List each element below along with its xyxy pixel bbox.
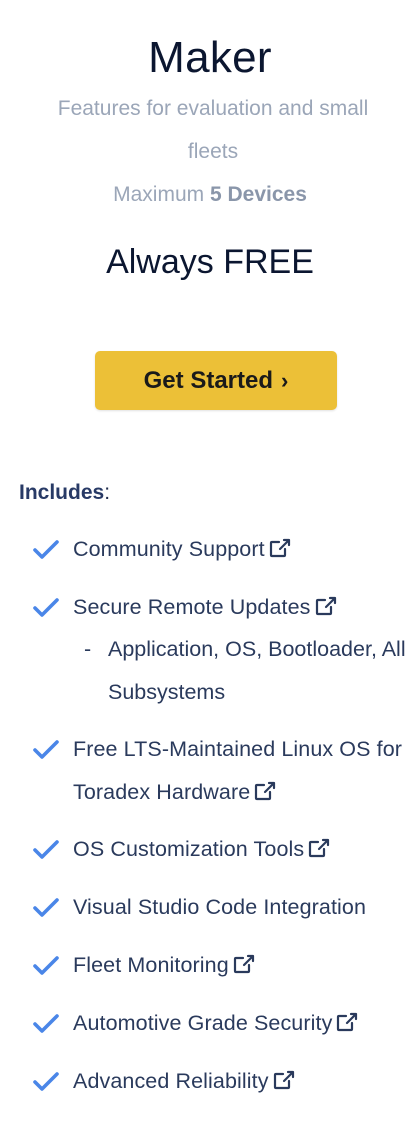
external-link-icon[interactable] bbox=[269, 538, 291, 558]
external-link-icon[interactable] bbox=[315, 596, 337, 616]
feature-text[interactable]: Free LTS-Maintained Linux OS for Toradex… bbox=[73, 728, 413, 814]
chevron-right-icon: › bbox=[281, 367, 289, 393]
feature-label[interactable]: Secure Remote Updates bbox=[73, 595, 311, 619]
check-icon bbox=[33, 540, 59, 559]
plan-price: Always FREE bbox=[106, 243, 314, 281]
check-icon bbox=[33, 1072, 59, 1091]
feature-text: Visual Studio Code Integration bbox=[73, 886, 418, 929]
external-link-icon[interactable] bbox=[308, 838, 330, 858]
check-icon bbox=[33, 740, 59, 759]
plan-subtitle: Features for evaluation and small fleets bbox=[57, 97, 369, 163]
feature-text[interactable]: Fleet Monitoring bbox=[73, 944, 418, 987]
external-link-icon[interactable] bbox=[233, 954, 255, 974]
external-link-icon[interactable] bbox=[254, 781, 276, 801]
pricing-card: Maker Features for evaluation and small … bbox=[0, 0, 420, 1125]
check-icon bbox=[33, 956, 59, 975]
external-link-icon[interactable] bbox=[273, 1070, 295, 1090]
check-icon bbox=[33, 1014, 59, 1033]
feature-label[interactable]: OS Customization Tools bbox=[73, 837, 304, 861]
check-icon bbox=[33, 840, 59, 859]
plan-title: Maker bbox=[148, 33, 272, 82]
sub-feature-label: Application, OS, Bootloader, All Subsyst… bbox=[108, 637, 406, 704]
feature-label[interactable]: Fleet Monitoring bbox=[73, 953, 229, 977]
feature-text[interactable]: Secure Remote Updates bbox=[73, 586, 418, 629]
includes-heading: Includes: bbox=[19, 478, 110, 508]
feature-label[interactable]: Automotive Grade Security bbox=[73, 1011, 332, 1035]
feature-label[interactable]: Community Support bbox=[73, 537, 265, 561]
feature-label[interactable]: Free LTS-Maintained Linux OS for Toradex… bbox=[73, 737, 402, 804]
feature-text[interactable]: Advanced Reliability bbox=[73, 1060, 418, 1103]
max-devices: Maximum 5 Devices bbox=[0, 173, 420, 216]
feature-label: Visual Studio Code Integration bbox=[73, 895, 367, 919]
check-icon bbox=[33, 598, 59, 617]
feature-text[interactable]: Automotive Grade Security bbox=[73, 1002, 418, 1045]
get-started-button[interactable]: Get Started › bbox=[95, 351, 337, 410]
external-link-icon[interactable] bbox=[336, 1012, 358, 1032]
max-devices-value: 5 Devices bbox=[209, 183, 307, 206]
feature-label[interactable]: Advanced Reliability bbox=[73, 1069, 269, 1093]
includes-colon: : bbox=[104, 481, 111, 504]
feature-text[interactable]: OS Customization Tools bbox=[73, 828, 418, 871]
includes-label: Includes bbox=[19, 481, 105, 504]
sub-feature-dash: - bbox=[84, 637, 92, 661]
check-icon bbox=[33, 898, 59, 917]
feature-text[interactable]: Community Support bbox=[73, 528, 418, 571]
max-devices-prefix: Maximum bbox=[113, 183, 205, 206]
get-started-label: Get Started bbox=[143, 366, 274, 394]
